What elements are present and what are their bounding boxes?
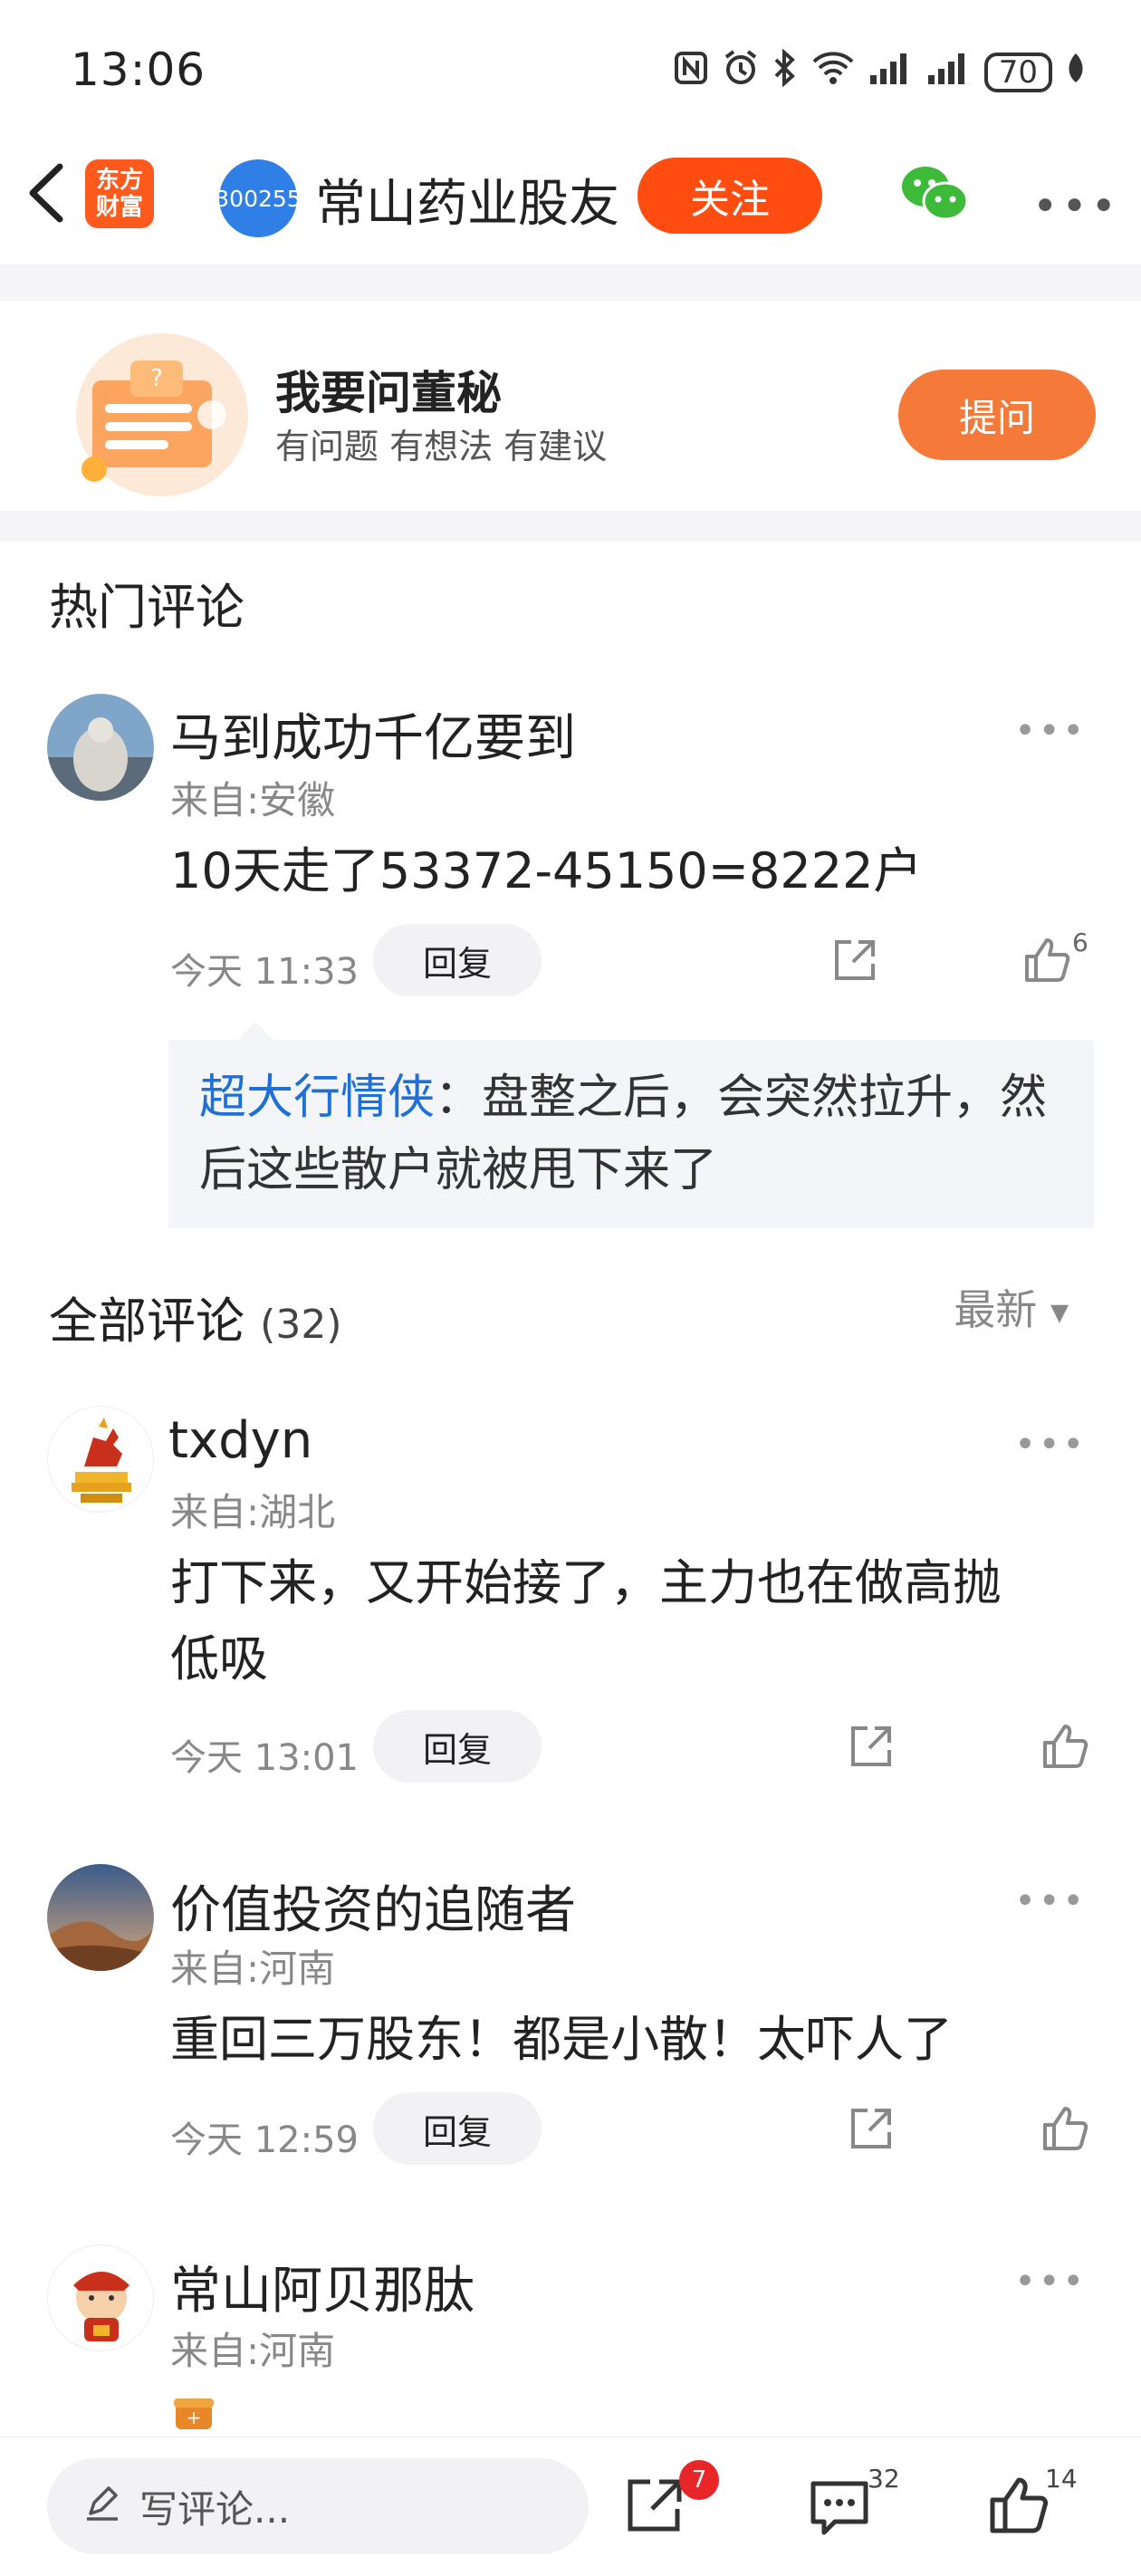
logo-line1: 东方 xyxy=(95,167,143,194)
avatar[interactable] xyxy=(47,694,154,801)
share-badge: 7 xyxy=(679,2460,719,2500)
share-icon[interactable] xyxy=(848,2105,895,2152)
section-divider xyxy=(0,511,1141,542)
comment-location: 来自:河南 xyxy=(170,1946,336,1991)
share-icon[interactable] xyxy=(831,937,878,984)
like-total-count: 14 xyxy=(1045,2464,1078,2494)
signal-icon-1 xyxy=(868,50,914,95)
comment-input[interactable]: 写评论... xyxy=(47,2458,589,2554)
follow-button[interactable]: 关注 xyxy=(638,158,822,234)
share-icon[interactable] xyxy=(848,1723,895,1770)
like-icon[interactable] xyxy=(1040,1721,1090,1772)
comment-time: 今天 11:33 xyxy=(170,951,359,993)
all-comments-count: (32) xyxy=(260,1302,342,1348)
svg-text:+: + xyxy=(187,2407,202,2428)
ask-secretary-illustration: ? xyxy=(76,333,248,496)
avatar[interactable] xyxy=(47,1864,154,1971)
comment-username[interactable]: 常山阿贝那肽 xyxy=(170,2250,475,2323)
comment-text: 重回三万股东！都是小散！太吓人了 xyxy=(170,2011,953,2068)
reply-button[interactable]: 回复 xyxy=(373,2092,542,2165)
wifi-icon xyxy=(810,49,856,96)
reply-button[interactable]: 回复 xyxy=(373,1710,542,1783)
comment-location: 来自:湖北 xyxy=(170,1490,336,1534)
comment-time: 今天 13:01 xyxy=(170,1737,359,1779)
hot-comments-title: 热门评论 xyxy=(49,579,244,636)
like-count: 6 xyxy=(1072,928,1088,957)
reply-quote: 超大行情侠：盘整之后，会突然拉升，然后这些散户就被甩下来了 xyxy=(199,1062,1069,1206)
comment-button-icon[interactable] xyxy=(808,2475,871,2538)
avatar[interactable] xyxy=(47,2244,154,2351)
nfc-icon xyxy=(673,50,709,95)
comment-more-icon[interactable]: ••• xyxy=(1014,1880,1087,1922)
comment-username[interactable]: 价值投资的追随者 xyxy=(170,1870,576,1943)
ask-card-title: 我要问董秘 xyxy=(275,367,502,419)
page-title: 常山药业股友 xyxy=(315,175,619,234)
quote-pointer xyxy=(237,1022,273,1040)
comment-time: 今天 12:59 xyxy=(170,2119,359,2161)
comment-more-icon[interactable]: ••• xyxy=(1014,710,1087,752)
quote-username[interactable]: 超大行情侠 xyxy=(199,1071,435,1125)
signal-icon-2 xyxy=(926,50,972,95)
comment-location: 来自:河南 xyxy=(170,2329,336,2373)
like-icon[interactable] xyxy=(1021,935,1072,985)
leaf-icon xyxy=(1065,50,1087,95)
bluetooth-icon xyxy=(772,48,798,96)
more-menu-icon[interactable]: ••• xyxy=(1032,181,1120,232)
all-comments-title: 全部评论 (32) xyxy=(49,1281,342,1352)
ask-card-subtitle: 有问题 有想法 有建议 xyxy=(275,427,608,466)
comment-location: 来自:安徽 xyxy=(170,778,336,822)
all-comments-label: 全部评论 xyxy=(49,1293,244,1350)
reply-button[interactable]: 回复 xyxy=(373,924,542,996)
alarm-icon xyxy=(722,49,760,96)
svg-text:?: ? xyxy=(150,365,163,392)
section-divider xyxy=(0,264,1141,301)
comment-text: 10天走了53372-45150=8222户 xyxy=(170,842,923,899)
status-time: 13:06 xyxy=(71,43,206,96)
caret-down-icon: ▼ xyxy=(1050,1299,1069,1327)
battery-indicator: 70 xyxy=(983,53,1052,92)
pencil-icon xyxy=(83,2483,121,2530)
logo-line2: 财富 xyxy=(95,194,143,221)
comment-username[interactable]: 马到成功千亿要到 xyxy=(170,697,576,771)
comment-count: 32 xyxy=(868,2464,900,2494)
comment-text-line2: 低吸 xyxy=(170,1630,268,1687)
ask-button[interactable]: 提问 xyxy=(898,370,1096,460)
comment-more-icon[interactable]: ••• xyxy=(1014,1424,1087,1466)
sort-dropdown[interactable]: 最新 ▼ xyxy=(954,1277,1069,1337)
sort-label: 最新 xyxy=(954,1285,1038,1334)
comment-more-icon[interactable]: ••• xyxy=(1014,2261,1087,2302)
gift-icon: + xyxy=(172,2391,216,2431)
stock-avatar[interactable]: 300255 xyxy=(215,159,302,237)
share-button-icon[interactable] xyxy=(623,2473,686,2536)
status-icons: 70 xyxy=(673,45,1087,100)
back-button[interactable] xyxy=(24,161,78,225)
like-icon[interactable] xyxy=(1040,2103,1090,2154)
comment-placeholder: 写评论... xyxy=(139,2486,291,2532)
like-button-icon[interactable] xyxy=(987,2473,1050,2536)
wechat-icon[interactable] xyxy=(900,163,969,223)
comment-text-line1: 打下来，又开始接了，主力也在做高抛 xyxy=(170,1554,1002,1611)
avatar[interactable] xyxy=(47,1406,154,1513)
comment-username[interactable]: txdyn xyxy=(168,1411,312,1470)
app-logo[interactable]: 东方 财富 xyxy=(85,159,154,228)
